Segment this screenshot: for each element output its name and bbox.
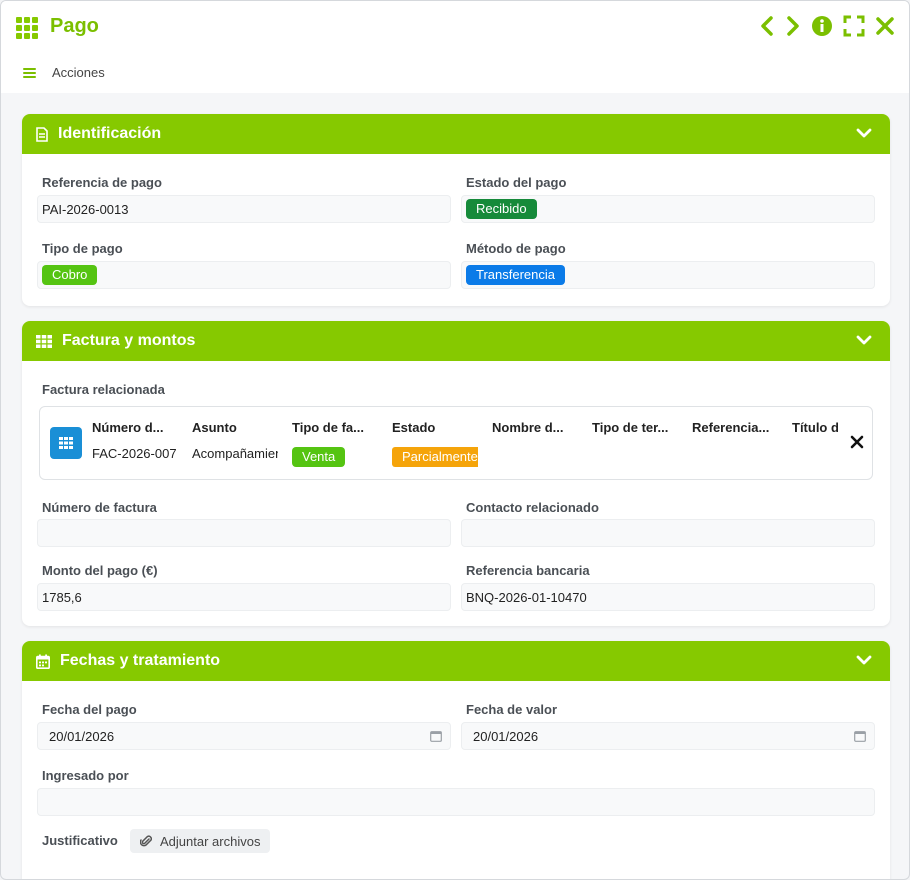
calendar-icon[interactable] [430,730,442,742]
table-icon [36,334,52,348]
grid-icon [16,17,40,39]
payment-window: Pago Acciones Identificación Referencia … [0,0,910,880]
tipo-field[interactable]: Cobro [37,261,451,289]
numero-factura-field[interactable] [37,519,451,547]
ref-bancaria-field[interactable]: BNQ-2026-01-10470 [461,583,875,611]
window-controls [759,15,895,37]
column-header[interactable]: Referencia... [692,420,780,435]
monto-label: Monto del pago (€) [42,563,158,578]
grid-icon [50,427,82,459]
expand-icon[interactable] [843,15,865,37]
window-title: Pago [50,15,99,37]
section-header-factura[interactable]: Factura y montos [22,321,890,361]
tipo-badge: Cobro [42,265,98,285]
paperclip-icon [140,835,152,847]
section-title: Identificación [58,125,162,142]
column-header[interactable]: Asunto [192,420,280,435]
monto-field[interactable]: 1785,6 [37,583,451,611]
section-fechas: Fechas y tratamiento Fecha del pago 20/0… [22,641,890,879]
column-header[interactable]: Estado [392,420,480,435]
chevron-down-icon[interactable] [856,654,872,666]
table-cell: Parcialmente [392,447,478,467]
fecha-pago-label: Fecha del pago [42,702,137,717]
fecha-valor-label: Fecha de valor [466,702,558,717]
actions-label: Acciones [52,65,105,80]
ingresado-field[interactable] [37,788,875,816]
ref-bancaria-label: Referencia bancaria [466,563,590,578]
chevron-left-icon[interactable] [759,15,775,37]
ingresado-label: Ingresado por [42,768,129,783]
attach-files-label: Adjuntar archivos [160,833,261,849]
estado-field[interactable]: Recibido [461,195,875,223]
section-identificacion: Identificación Referencia de pago PAI-20… [22,114,890,306]
table-cell[interactable]: FAC-2026-007 [92,446,178,461]
justificativo-label: Justificativo [42,833,118,848]
monto-value: 1785,6 [42,589,82,605]
metodo-badge: Transferencia [466,265,565,285]
section-header-identificacion[interactable]: Identificación [22,114,890,154]
section-header-fechas[interactable]: Fechas y tratamiento [22,641,890,681]
column-header[interactable]: Número d... [92,420,180,435]
related-invoice-table: Número d... Asunto Tipo de fa... Estado … [39,406,873,480]
column-header[interactable]: Nombre d... [492,420,580,435]
window-header: Pago Acciones [1,1,909,93]
info-icon[interactable] [811,15,833,37]
estado-label: Estado del pago [466,175,567,190]
numero-factura-label: Número de factura [42,500,157,515]
tipo-label: Tipo de pago [42,241,123,256]
menu-icon [23,67,36,78]
tipo-factura-badge: Venta [292,447,346,467]
fecha-valor-value: 20/01/2026 [473,728,539,744]
fecha-pago-value: 20/01/2026 [49,728,115,744]
attach-files-button[interactable]: Adjuntar archivos [130,829,271,853]
chevron-right-icon[interactable] [785,15,801,37]
section-factura: Factura y montos Factura relacionada Núm… [22,321,890,626]
document-icon [36,126,48,142]
section-title: Fechas y tratamiento [60,652,221,669]
table-cell: Acompañamiento [192,446,278,461]
referencia-field[interactable]: PAI-2026-0013 [37,195,451,223]
fecha-pago-input[interactable]: 20/01/2026 [37,722,451,750]
metodo-field[interactable]: Transferencia [461,261,875,289]
chevron-down-icon[interactable] [856,334,872,346]
calendar-icon [36,654,50,669]
status-badge: Recibido [466,199,537,219]
section-title: Factura y montos [62,332,196,349]
contacto-field[interactable] [461,519,875,547]
referencia-value: PAI-2026-0013 [42,201,129,217]
column-header[interactable]: Tipo de ter... [592,420,680,435]
column-header[interactable]: Título d [792,420,838,435]
table-cell: Venta [292,447,346,467]
fecha-valor-input[interactable]: 20/01/2026 [461,722,875,750]
contacto-label: Contacto relacionado [466,500,599,515]
actions-menu[interactable]: Acciones [23,65,105,80]
metodo-label: Método de pago [466,241,566,256]
chevron-down-icon[interactable] [856,127,872,139]
calendar-icon[interactable] [854,730,866,742]
column-header[interactable]: Tipo de fa... [292,420,380,435]
referencia-label: Referencia de pago [42,175,162,190]
close-icon[interactable] [875,15,895,37]
ref-bancaria-value: BNQ-2026-01-10470 [466,589,587,605]
estado-factura-badge: Parcialmente [392,447,478,467]
factura-relacionada-label: Factura relacionada [42,382,165,397]
close-icon[interactable] [850,435,864,449]
